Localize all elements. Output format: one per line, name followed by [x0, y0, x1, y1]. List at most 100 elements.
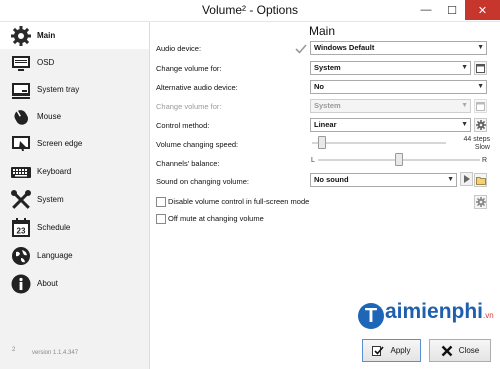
- sidebar-item-keyboard[interactable]: Keyboard: [0, 158, 149, 185]
- audio-device-label: Audio device:: [156, 44, 202, 53]
- chevron-down-icon: ▼: [461, 102, 468, 109]
- chevron-down-icon: ▼: [477, 83, 484, 90]
- alt-audio-device-select[interactable]: No ▼: [310, 80, 487, 94]
- keyboard-icon: [10, 161, 32, 183]
- chevron-down-icon: ▼: [461, 64, 468, 71]
- checkmark-icon: [295, 43, 307, 55]
- sidebar-item-label: Mouse: [37, 112, 62, 121]
- globe-icon: [10, 245, 32, 267]
- control-method-value: Linear: [314, 120, 337, 129]
- balance-left-label: L: [311, 157, 315, 164]
- control-method-select[interactable]: Linear ▼: [310, 118, 471, 132]
- version-superscript: 2: [12, 347, 16, 353]
- fullscreen-settings-button[interactable]: [474, 195, 487, 209]
- slider-thumb[interactable]: [318, 136, 326, 149]
- sidebar-item-screen-edge[interactable]: Screen edge: [0, 130, 149, 157]
- chevron-down-icon: ▼: [461, 121, 468, 128]
- folder-icon: [475, 176, 486, 185]
- mouse-icon: [10, 106, 32, 128]
- title-bar: Volume² - Options — ☐ ✕: [0, 0, 500, 22]
- play-icon: [463, 175, 470, 183]
- sidebar-item-label: System tray: [37, 85, 80, 94]
- slider-track: [312, 142, 446, 144]
- audio-device-select[interactable]: Windows Default ▼: [310, 41, 487, 55]
- volume-speed-text: Slow: [474, 144, 490, 151]
- sidebar-item-mouse[interactable]: Mouse: [0, 103, 149, 130]
- volume-speed-info: 44 steps Slow: [450, 136, 490, 152]
- slider-thumb[interactable]: [395, 153, 403, 166]
- alt-audio-device-label: Alternative audio device:: [156, 83, 238, 92]
- volume-speed-slider[interactable]: [312, 136, 446, 150]
- sidebar-item-schedule[interactable]: 23 Schedule: [0, 214, 149, 241]
- sidebar: Main OSD System tray Mouse Screen edge K…: [0, 22, 150, 369]
- system-tray-icon: [10, 79, 32, 101]
- sidebar-item-label: Keyboard: [37, 167, 72, 176]
- screen-edge-icon: [10, 133, 32, 155]
- page-title: Main: [309, 24, 336, 38]
- sidebar-item-label: Main: [37, 31, 56, 40]
- watermark-tld: .vn: [483, 311, 494, 320]
- disable-fullscreen-checkbox[interactable]: [156, 197, 166, 207]
- sidebar-item-language[interactable]: Language: [0, 242, 149, 269]
- sidebar-item-system-tray[interactable]: System tray: [0, 76, 149, 103]
- balance-right-label: R: [482, 157, 488, 164]
- watermark-logo: Taimienphi.vn: [358, 300, 494, 329]
- sidebar-item-main[interactable]: Main: [0, 22, 149, 49]
- alt-change-volume-for-select[interactable]: System ▼: [310, 99, 471, 113]
- tools-icon: [10, 189, 32, 211]
- control-method-label: Control method:: [156, 121, 210, 130]
- sound-on-change-value: No sound: [314, 175, 349, 184]
- volume-speed-steps: 44 steps: [463, 136, 490, 143]
- alt-change-volume-for-label: Change volume for:: [156, 102, 222, 111]
- close-button[interactable]: Close: [429, 339, 491, 362]
- close-window-button[interactable]: ✕: [465, 0, 500, 20]
- change-volume-for-value: System: [314, 63, 341, 72]
- volume-speed-label: Volume changing speed:: [156, 140, 239, 149]
- chevron-down-icon: ▼: [477, 44, 484, 51]
- version-info: 2 version 1.1.4.347: [12, 347, 78, 356]
- disable-fullscreen-label: Disable volume control in full-screen mo…: [168, 197, 310, 206]
- maximize-button[interactable]: ☐: [439, 0, 465, 20]
- monitor-icon: [10, 52, 32, 74]
- sound-on-change-select[interactable]: No sound ▼: [310, 173, 457, 187]
- sidebar-item-about[interactable]: About: [0, 270, 149, 297]
- sidebar-item-label: Schedule: [37, 223, 71, 232]
- alt-audio-device-value: No: [314, 82, 324, 91]
- sidebar-item-label: OSD: [37, 58, 55, 67]
- sidebar-item-osd[interactable]: OSD: [0, 49, 149, 76]
- version-label: version 1.1.4.347: [32, 350, 79, 356]
- control-method-settings-button[interactable]: [474, 118, 487, 132]
- apply-button[interactable]: Apply: [362, 339, 421, 362]
- balance-slider[interactable]: [318, 153, 480, 167]
- sound-folder-button[interactable]: [474, 173, 487, 187]
- minimize-button[interactable]: —: [413, 0, 439, 20]
- sidebar-item-label: System: [37, 195, 64, 204]
- watermark-initial: T: [358, 303, 384, 329]
- play-sound-button[interactable]: [460, 172, 473, 186]
- off-mute-checkbox[interactable]: [156, 214, 166, 224]
- balance-label: Channels' balance:: [156, 159, 220, 168]
- watermark-brand: aimienphi: [385, 300, 484, 323]
- change-volume-for-options-button[interactable]: [474, 61, 487, 75]
- close-icon: [441, 345, 453, 357]
- info-icon: [10, 273, 32, 295]
- window-icon: [476, 63, 485, 73]
- gear-icon: [475, 197, 486, 207]
- apply-icon: [372, 345, 385, 357]
- audio-device-value: Windows Default: [314, 43, 375, 52]
- gear-icon: [10, 25, 32, 47]
- window-icon: [476, 101, 485, 111]
- gear-icon: [475, 120, 486, 130]
- sidebar-item-system[interactable]: System: [0, 186, 149, 213]
- close-label: Close: [458, 346, 480, 355]
- sound-on-change-label: Sound on changing volume:: [156, 177, 249, 186]
- alt-change-volume-for-options-button[interactable]: [474, 99, 487, 113]
- change-volume-for-label: Change volume for:: [156, 64, 222, 73]
- sidebar-item-label: Language: [37, 251, 73, 260]
- change-volume-for-select[interactable]: System ▼: [310, 61, 471, 75]
- apply-label: Apply: [390, 346, 411, 355]
- svg-text:23: 23: [17, 227, 26, 236]
- sidebar-item-label: Screen edge: [37, 139, 83, 148]
- off-mute-label: Off mute at changing volume: [168, 214, 264, 223]
- calendar-icon: 23: [10, 217, 32, 239]
